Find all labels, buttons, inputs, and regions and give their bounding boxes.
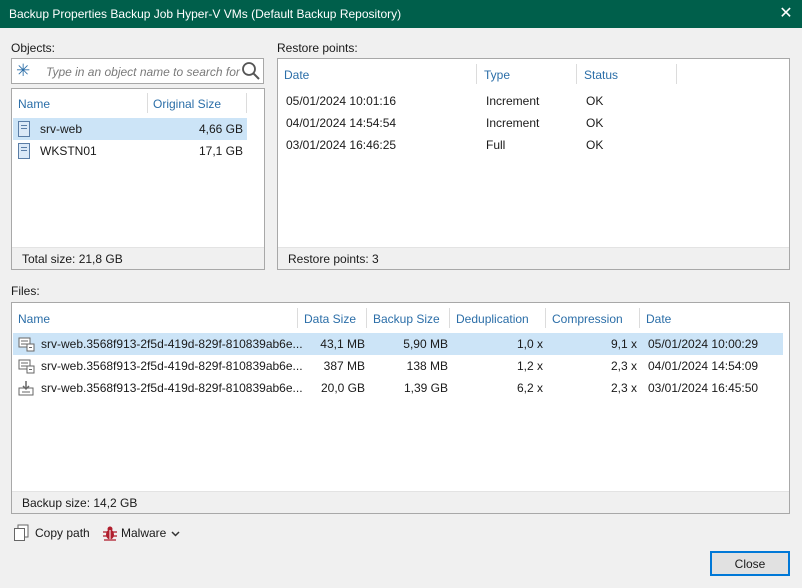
file-backup-size: 138 MB: [406, 359, 448, 373]
files-backup-size: Backup size: 14,2 GB: [22, 496, 138, 510]
object-row-wkstn01[interactable]: WKSTN01 17,1 GB: [13, 140, 247, 162]
restore-points-label: Restore points:: [277, 41, 358, 55]
copy-icon: [13, 524, 30, 545]
restore-column-status[interactable]: Status: [584, 68, 618, 82]
malware-label: Malware: [121, 526, 167, 540]
file-name: srv-web.3568f913-2f5d-419d-829f-810839ab…: [41, 359, 303, 373]
objects-list[interactable]: Name Original Size srv-web 4,66 GB WKSTN…: [11, 88, 265, 270]
file-row[interactable]: srv-web.3568f913-2f5d-419d-829f-810839ab…: [13, 333, 783, 355]
restore-point-type: Full: [486, 138, 506, 152]
copy-path-button[interactable]: Copy path: [13, 524, 93, 542]
file-deduplication: 6,2 x: [516, 381, 543, 395]
file-name: srv-web.3568f913-2f5d-419d-829f-810839ab…: [41, 381, 303, 395]
files-column-name[interactable]: Name: [18, 312, 50, 326]
files-column-compression[interactable]: Compression: [552, 312, 623, 326]
object-name: srv-web: [40, 122, 83, 136]
files-label: Files:: [11, 284, 40, 298]
column-separator[interactable]: [297, 308, 298, 328]
file-deduplication: 1,0 x: [516, 337, 543, 351]
restore-point-row[interactable]: 04/01/2024 14:54:54 Increment OK: [279, 112, 779, 134]
malware-dropdown-button[interactable]: Malware: [102, 524, 184, 542]
restore-point-row[interactable]: 05/01/2024 10:01:16 Increment OK: [279, 90, 779, 112]
close-button[interactable]: Close: [710, 551, 790, 576]
object-search-input[interactable]: [46, 63, 242, 80]
restore-points-count: Restore points: 3: [288, 252, 379, 266]
files-list[interactable]: Name Data Size Backup Size Deduplication…: [11, 302, 790, 514]
object-size: 4,66 GB: [198, 122, 243, 136]
file-compression: 2,3 x: [610, 381, 637, 395]
window-close-icon[interactable]: ✕: [778, 5, 794, 23]
object-size: 17,1 GB: [198, 144, 243, 158]
file-row[interactable]: srv-web.3568f913-2f5d-419d-829f-810839ab…: [13, 377, 783, 399]
file-row[interactable]: srv-web.3568f913-2f5d-419d-829f-810839ab…: [13, 355, 783, 377]
file-name: srv-web.3568f913-2f5d-419d-829f-810839ab…: [41, 337, 303, 351]
file-backup-size: 5,90 MB: [403, 337, 448, 351]
incremental-backup-file-icon: [18, 336, 35, 355]
restore-point-type: Increment: [486, 116, 540, 130]
full-backup-file-icon: [18, 380, 35, 399]
column-separator[interactable]: [576, 64, 577, 84]
column-separator[interactable]: [366, 308, 367, 328]
incremental-backup-file-icon: [18, 358, 35, 377]
restore-points-footer: Restore points: 3: [278, 247, 789, 269]
object-row-srv-web[interactable]: srv-web 4,66 GB: [13, 118, 247, 140]
restore-column-date[interactable]: Date: [284, 68, 309, 82]
object-search-box[interactable]: ✳: [11, 58, 264, 84]
column-separator[interactable]: [639, 308, 640, 328]
search-icon[interactable]: [241, 61, 261, 84]
chevron-down-icon: [171, 527, 180, 541]
file-data-size: 43,1 MB: [320, 337, 365, 351]
objects-label: Objects:: [11, 41, 56, 55]
column-separator[interactable]: [545, 308, 546, 328]
files-column-date[interactable]: Date: [646, 312, 671, 326]
vm-icon: [18, 121, 30, 137]
file-compression: 9,1 x: [610, 337, 637, 351]
restore-point-status: OK: [586, 138, 604, 152]
file-compression: 2,3 x: [610, 359, 637, 373]
copy-path-label: Copy path: [35, 526, 90, 540]
objects-total-size: Total size: 21,8 GB: [22, 252, 123, 266]
file-backup-size: 1,39 GB: [403, 381, 448, 395]
file-deduplication: 1,2 x: [516, 359, 543, 373]
restore-point-row[interactable]: 03/01/2024 16:46:25 Full OK: [279, 134, 779, 156]
restore-point-date: 03/01/2024 16:46:25: [286, 138, 397, 152]
restore-point-type: Increment: [486, 94, 540, 108]
file-date: 05/01/2024 10:00:29: [648, 337, 759, 351]
objects-column-name[interactable]: Name: [18, 97, 50, 111]
malware-bug-icon: [102, 525, 118, 544]
file-data-size: 20,0 GB: [320, 381, 365, 395]
column-separator[interactable]: [246, 93, 247, 113]
asterisk-icon: ✳: [16, 61, 31, 80]
file-date: 03/01/2024 16:45:50: [648, 381, 759, 395]
restore-point-date: 05/01/2024 10:01:16: [286, 94, 397, 108]
window-title: Backup Properties Backup Job Hyper-V VMs…: [9, 7, 402, 21]
files-column-data-size[interactable]: Data Size: [304, 312, 356, 326]
restore-points-list[interactable]: Date Type Status 05/01/2024 10:01:16 Inc…: [277, 58, 790, 270]
column-separator[interactable]: [449, 308, 450, 328]
vm-icon: [18, 143, 30, 159]
object-name: WKSTN01: [40, 144, 97, 158]
files-column-backup-size[interactable]: Backup Size: [373, 312, 440, 326]
files-column-deduplication[interactable]: Deduplication: [456, 312, 529, 326]
column-separator[interactable]: [147, 93, 148, 113]
objects-footer: Total size: 21,8 GB: [12, 247, 264, 269]
file-data-size: 387 MB: [323, 359, 365, 373]
restore-point-status: OK: [586, 116, 604, 130]
column-separator[interactable]: [476, 64, 477, 84]
column-separator[interactable]: [676, 64, 677, 84]
title-bar: Backup Properties Backup Job Hyper-V VMs…: [0, 0, 802, 28]
restore-point-status: OK: [586, 94, 604, 108]
restore-point-date: 04/01/2024 14:54:54: [286, 116, 397, 130]
objects-column-original-size[interactable]: Original Size: [153, 97, 221, 111]
restore-column-type[interactable]: Type: [484, 68, 510, 82]
files-footer: Backup size: 14,2 GB: [12, 491, 789, 513]
file-date: 04/01/2024 14:54:09: [648, 359, 759, 373]
